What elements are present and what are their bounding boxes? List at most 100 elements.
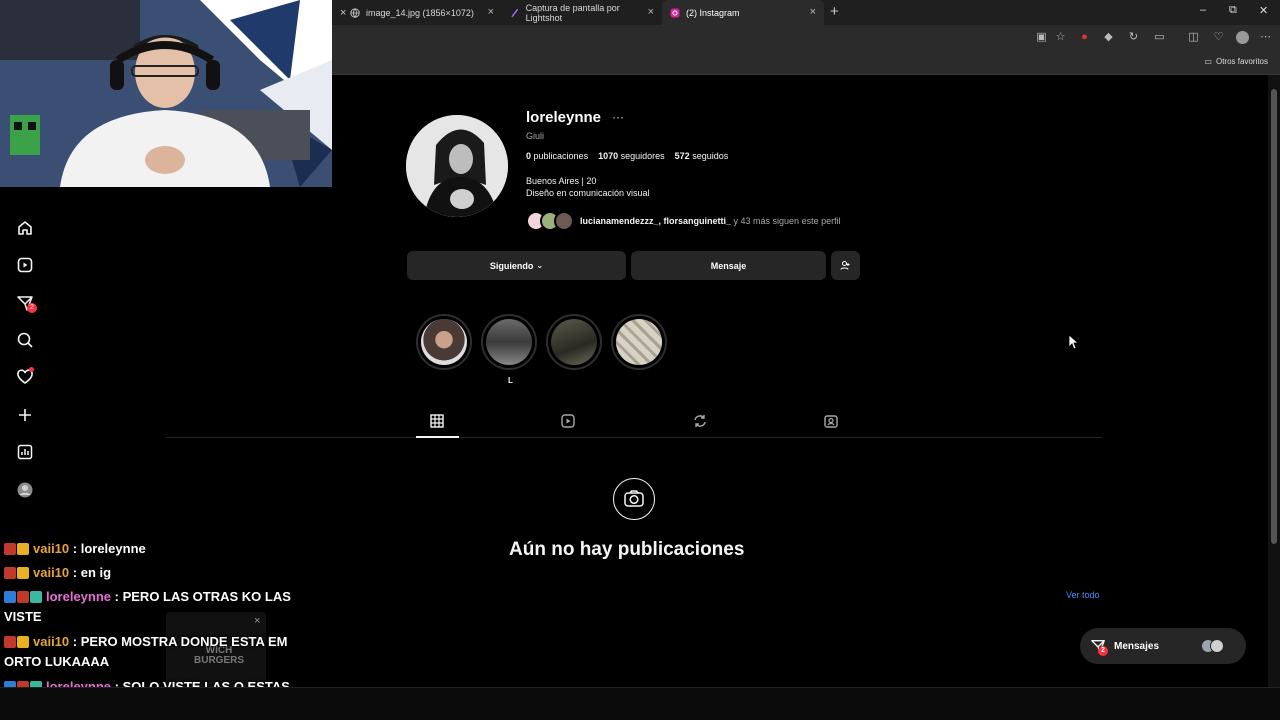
refresh-extension-icon[interactable]: ↻ xyxy=(1127,31,1140,44)
tabs-divider xyxy=(166,437,1102,438)
browser-profile-icon[interactable] xyxy=(1236,31,1249,44)
avatar xyxy=(554,211,574,231)
message-button-label: Mensaje xyxy=(710,260,747,271)
avatar xyxy=(1210,639,1224,653)
add-user-icon xyxy=(840,261,850,270)
stream-chat: vaii10 : loreleynne vaii10 : en ig lorel… xyxy=(0,538,310,714)
chat-message: loreleynne : PERO LAS OTRAS KO LAS VISTE xyxy=(4,587,304,627)
tab-image[interactable]: image_14.jpg (1856×1072) × xyxy=(342,0,502,25)
followers-stat[interactable]: 1070 seguidores xyxy=(598,151,665,161)
posts-stat: 0 publicaciones xyxy=(526,151,588,161)
folder-icon: ▭ xyxy=(1204,57,1212,66)
app-icon[interactable]: ▣ xyxy=(1035,31,1048,44)
home-icon[interactable] xyxy=(16,219,34,237)
dashboard-icon[interactable] xyxy=(16,443,34,461)
more-options-icon[interactable]: ··· xyxy=(612,110,624,124)
close-window-button[interactable]: ✕ xyxy=(1259,4,1268,17)
chat-text: : en ig xyxy=(69,565,112,580)
bio-description: Diseño en comunicación visual xyxy=(526,188,650,198)
followed-by-text: lucianamendezzz_, florsanguinetti_ y 43 … xyxy=(580,216,841,226)
menu-icon[interactable]: ⋯ xyxy=(1259,31,1272,44)
bio-location: Buenos Aires | 20 xyxy=(526,176,597,186)
chat-message: vaii10 : loreleynne xyxy=(4,539,304,559)
notification-dot xyxy=(29,367,34,372)
badge-icon xyxy=(4,567,16,579)
extension-icon[interactable]: ● xyxy=(1078,31,1091,44)
followers-label: seguidores xyxy=(620,151,665,161)
tab-instagram[interactable]: (2) Instagram × xyxy=(662,0,824,25)
minimize-button[interactable]: – xyxy=(1200,4,1206,16)
tab-close-icon[interactable]: × xyxy=(488,6,494,18)
instagram-icon xyxy=(670,8,680,17)
story-highlight[interactable] xyxy=(481,314,537,370)
chat-username[interactable]: loreleynne xyxy=(46,589,111,604)
direct-icon[interactable]: 2 xyxy=(16,294,37,313)
tagged-tab-icon[interactable] xyxy=(823,413,839,429)
following-button[interactable]: Siguiendo ⌄ xyxy=(407,251,626,280)
favorites-icon[interactable]: ♡ xyxy=(1212,31,1225,44)
reels-tab-icon[interactable] xyxy=(560,413,576,429)
followed-by-rest: y 43 más siguen este perfil xyxy=(731,216,841,226)
message-button[interactable]: Mensaje xyxy=(631,251,826,280)
tab-title: (2) Instagram xyxy=(686,7,740,18)
bookmarks-folder[interactable]: ▭ Otros favoritos xyxy=(1204,57,1268,66)
star-icon[interactable]: ☆ xyxy=(1054,31,1067,44)
tab-title: image_14.jpg (1856×1072) xyxy=(366,7,474,18)
profile-picture[interactable] xyxy=(406,115,508,217)
tab-lightshot[interactable]: Captura de pantalla por Lightshot × xyxy=(502,0,662,25)
tab-close-icon[interactable]: × xyxy=(810,6,816,18)
reposts-tab-icon[interactable] xyxy=(692,413,708,429)
messages-avatars xyxy=(1201,639,1224,653)
followed-by-names: lucianamendezzz_, florsanguinetti_ xyxy=(580,216,732,226)
chat-message: vaii10 : PERO MOSTRA DONDE ESTA EM ORTO … xyxy=(4,632,304,672)
followers-count: 1070 xyxy=(598,151,619,161)
messages-button[interactable]: 2 Mensajes xyxy=(1080,628,1246,664)
search-icon[interactable] xyxy=(16,331,34,349)
feather-icon xyxy=(511,8,519,17)
following-button-label: Siguiendo xyxy=(489,260,534,271)
suggest-users-button[interactable] xyxy=(831,251,860,280)
chat-message: vaii10 : en ig xyxy=(4,563,304,583)
bookmarks-folder-label: Otros favoritos xyxy=(1215,57,1268,66)
notification-badge: 2 xyxy=(27,303,37,313)
cast-icon[interactable]: ▭ xyxy=(1153,31,1166,44)
crown-icon xyxy=(17,636,29,648)
badge-icon xyxy=(17,591,29,603)
page-scrollbar[interactable] xyxy=(1268,75,1280,687)
posts-count: 0 xyxy=(526,151,532,161)
profile-username: loreleynne xyxy=(526,109,602,126)
posts-grid-icon[interactable] xyxy=(429,413,445,429)
messages-label: Mensajes xyxy=(1114,640,1160,652)
following-stat[interactable]: 572 seguidos xyxy=(675,151,729,161)
badge-icon xyxy=(4,591,16,603)
new-tab-button[interactable]: + xyxy=(830,3,839,20)
see-all-link[interactable]: Ver todo xyxy=(1066,590,1100,600)
badge-icon xyxy=(4,543,16,555)
highlight-label: L xyxy=(508,376,513,385)
messages-badge: 2 xyxy=(1098,646,1108,656)
empty-state-title: Aún no hay publicaciones xyxy=(509,539,745,560)
story-highlight[interactable] xyxy=(546,314,602,370)
restore-button[interactable]: ⧉ xyxy=(1229,4,1237,17)
tab-close-icon[interactable]: × xyxy=(648,6,654,18)
split-screen-icon[interactable]: ◫ xyxy=(1187,31,1200,44)
camera-icon xyxy=(613,478,655,520)
profile-avatar[interactable] xyxy=(16,481,34,499)
story-highlight[interactable] xyxy=(611,314,667,370)
chat-username[interactable]: vaii10 xyxy=(33,565,69,580)
extension-icon[interactable]: ◆ xyxy=(1102,31,1115,44)
badge-icon xyxy=(30,591,42,603)
taskbar xyxy=(0,687,1280,720)
create-icon[interactable] xyxy=(16,406,34,424)
reels-icon[interactable] xyxy=(16,256,34,274)
following-count: 572 xyxy=(674,151,690,161)
chat-username[interactable]: vaii10 xyxy=(33,541,69,556)
globe-icon xyxy=(350,7,360,18)
posts-label: publicaciones xyxy=(533,151,589,161)
followed-by[interactable]: lucianamendezzz_, florsanguinetti_ y 43 … xyxy=(526,210,841,232)
active-tab-indicator xyxy=(416,436,459,438)
chat-username[interactable]: vaii10 xyxy=(33,634,69,649)
mouse-cursor-icon xyxy=(1068,334,1080,350)
story-highlight[interactable] xyxy=(416,314,472,370)
heart-icon[interactable] xyxy=(16,367,34,386)
